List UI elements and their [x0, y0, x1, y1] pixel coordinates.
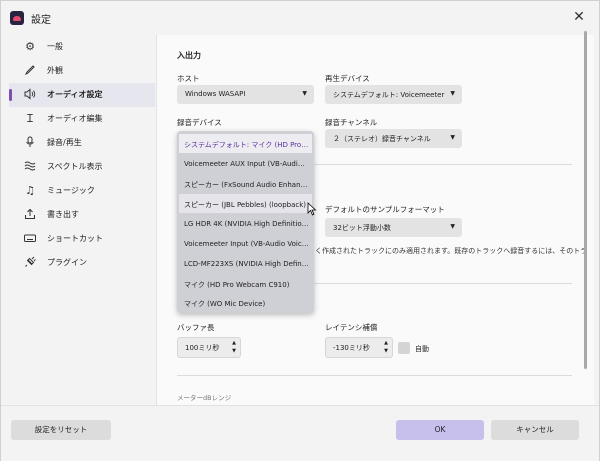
sidebar-item-export[interactable]: 書き出す [9, 203, 155, 227]
sidebar-item-appearance[interactable]: 外観 [9, 59, 155, 83]
sidebar-item-audio-editing[interactable]: Ｉ オーディオ編集 [9, 107, 155, 131]
plugin-icon [23, 256, 37, 270]
meter-range-label: メーターdBレンジ [177, 394, 232, 402]
playback-device-label: 再生デバイス [325, 74, 370, 83]
cancel-button[interactable]: キャンセル [491, 420, 579, 440]
sidebar-item-label: プラグイン [47, 258, 87, 267]
chevron-down-icon[interactable]: ▼ [232, 348, 236, 354]
ok-button[interactable]: OK [396, 420, 484, 440]
dropdown-option-label: マイク (WO Mic Device) [184, 300, 266, 308]
sidebar-item-audio-settings[interactable]: オーディオ設定 [9, 83, 155, 107]
content-scrollbar[interactable] [583, 31, 588, 377]
buffer-length-stepper[interactable]: 100ミリ秒 ▲ ▼ [177, 337, 241, 358]
buffer-length-value: 100ミリ秒 [185, 344, 220, 352]
cursor-text-icon: Ｉ [24, 112, 36, 125]
dropdown-option-label: LG HDR 4K (NVIDIA High Definition... [184, 220, 309, 228]
dropdown-option[interactable]: マイク (HD Pro Webcam C910) [179, 274, 312, 293]
sidebar-item-label: 書き出す [47, 210, 79, 219]
dropdown-option-label: システムデフォルト: マイク (HD Pro Web... [184, 141, 309, 149]
chevron-down-icon: ▼ [450, 90, 455, 97]
spectrum-icon [23, 160, 37, 174]
playback-device-select[interactable]: システムデフォルト: Voicemeeter ... ▼ [325, 85, 462, 104]
scrollbar-thumb[interactable] [584, 31, 587, 369]
recording-channel-value: ２（ステレオ）録音チャンネル [333, 135, 431, 143]
dropdown-option-label: LCD-MF223XS (NVIDIA High Defini... [184, 260, 309, 268]
dropdown-option-label: マイク (HD Pro Webcam C910) [184, 281, 290, 289]
recording-channel-label: 録音チャンネル [325, 118, 378, 127]
dropdown-option-label: Voicemeeter AUX Input (VB-Audio ... [184, 160, 309, 168]
playback-device-value: システムデフォルト: Voicemeeter ... [333, 91, 445, 99]
settings-sidebar: ⚙ 一般 外観 オーディオ設定 Ｉ オーディオ編集 録音/再生 スペクトル表示 … [9, 35, 155, 275]
dropdown-option-label: Voicemeeter Input (VB-Audio Voice... [184, 240, 309, 248]
mouse-pointer-icon [307, 202, 317, 216]
auto-checkbox-label: 自動 [415, 345, 429, 353]
recording-device-label: 録音デバイス [177, 118, 222, 127]
sidebar-item-recording-playback[interactable]: 録音/再生 [9, 131, 155, 155]
dropdown-option[interactable]: Voicemeeter AUX Input (VB-Audio ... [179, 154, 312, 173]
settings-window: 設定 ✕ ⚙ 一般 外観 オーディオ設定 Ｉ オーディオ編集 録音/再生 スペク… [0, 0, 600, 461]
title-bar: 設定 ✕ [1, 1, 599, 35]
sidebar-item-label: スペクトル表示 [47, 162, 103, 171]
sidebar-item-plugins[interactable]: プラグイン [9, 251, 155, 275]
chevron-up-icon[interactable]: ▲ [384, 340, 388, 346]
section-divider [177, 375, 572, 376]
sample-format-select[interactable]: 32ビット浮動小数 ▼ [325, 218, 462, 237]
sample-format-note: く作成されたトラックにのみ適用されます。既存のトラックへ録音するには、そのトラ [315, 247, 588, 255]
buffer-length-label: バッファ長 [177, 323, 215, 332]
sidebar-item-label: オーディオ編集 [47, 114, 103, 123]
sample-format-value: 32ビット浮動小数 [333, 224, 391, 232]
chevron-down-icon: ▼ [302, 90, 307, 97]
dropdown-option-label: スピーカー (JBL Pebbles) (loopback) [184, 201, 307, 209]
section-heading-io: 入出力 [177, 51, 201, 60]
latency-compensation-label: レイテンシ補償 [325, 323, 378, 332]
dropdown-option[interactable]: システムデフォルト: マイク (HD Pro Web... [179, 134, 312, 153]
chevron-down-icon[interactable]: ▼ [384, 348, 388, 354]
sidebar-item-spectrum[interactable]: スペクトル表示 [9, 155, 155, 179]
host-label: ホスト [177, 74, 200, 83]
sample-format-label: デフォルトのサンプルフォーマット [325, 205, 445, 214]
chevron-down-icon: ▼ [450, 134, 455, 141]
brush-icon [23, 64, 37, 78]
microphone-icon [23, 136, 37, 150]
sidebar-item-label: ショートカット [47, 234, 103, 243]
latency-compensation-value: -130ミリ秒 [333, 344, 370, 352]
export-icon [23, 208, 37, 222]
dialog-footer: 設定をリセット OK キャンセル [1, 405, 599, 461]
music-note-icon: ♫ [25, 184, 35, 197]
chevron-up-icon[interactable]: ▲ [232, 340, 236, 346]
recording-channel-select[interactable]: ２（ステレオ）録音チャンネル ▼ [325, 129, 462, 148]
recording-device-dropdown[interactable]: システムデフォルト: マイク (HD Pro Web... Voicemeete… [177, 131, 314, 313]
dropdown-option[interactable]: マイク (WO Mic Device) [179, 293, 312, 312]
dropdown-option[interactable]: スピーカー (JBL Pebbles) (loopback) [179, 194, 312, 213]
reset-settings-button[interactable]: 設定をリセット [11, 420, 111, 440]
sidebar-item-shortcuts[interactable]: ショートカット [9, 227, 155, 251]
dropdown-option-label: スピーカー (FxSound Audio Enhancer)... [184, 181, 309, 189]
window-title: 設定 [31, 15, 51, 26]
sidebar-item-label: ミュージック [47, 186, 95, 195]
app-logo-icon [10, 11, 24, 25]
chevron-down-icon: ▼ [450, 223, 455, 230]
close-icon[interactable]: ✕ [571, 9, 587, 25]
dropdown-option[interactable]: LG HDR 4K (NVIDIA High Definition... [179, 214, 312, 233]
dropdown-option[interactable]: Voicemeeter Input (VB-Audio Voice... [179, 234, 312, 253]
sidebar-item-music[interactable]: ♫ ミュージック [9, 179, 155, 203]
host-select-value: Windows WASAPI [185, 90, 246, 98]
sidebar-item-label: 一般 [47, 42, 63, 51]
speaker-icon [23, 88, 37, 102]
auto-checkbox[interactable] [398, 342, 410, 354]
sidebar-item-label: オーディオ設定 [47, 90, 103, 99]
host-select[interactable]: Windows WASAPI ▼ [177, 85, 314, 104]
gear-icon: ⚙ [25, 40, 35, 53]
latency-compensation-stepper[interactable]: -130ミリ秒 ▲ ▼ [325, 337, 393, 358]
sidebar-item-label: 録音/再生 [47, 138, 82, 147]
sidebar-item-general[interactable]: ⚙ 一般 [9, 35, 155, 59]
sidebar-item-label: 外観 [47, 66, 63, 75]
keyboard-icon [23, 232, 37, 246]
dropdown-option[interactable]: スピーカー (FxSound Audio Enhancer)... [179, 174, 312, 193]
dropdown-option[interactable]: LCD-MF223XS (NVIDIA High Defini... [179, 254, 312, 273]
